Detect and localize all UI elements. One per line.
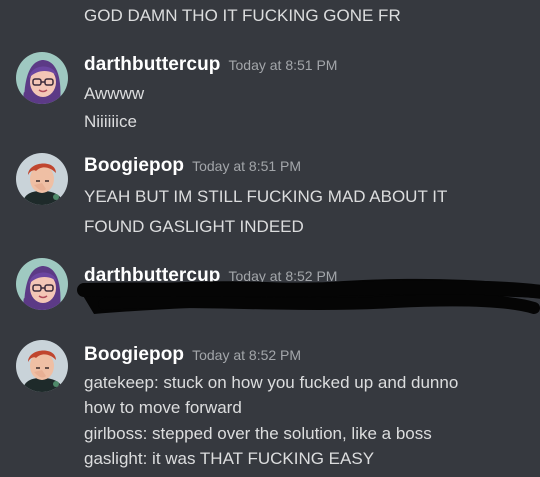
timestamp[interactable]: Today at 8:51 PM: [192, 158, 301, 174]
username[interactable]: Boogiepop: [84, 344, 184, 365]
avatar-boogiepop-icon: [16, 153, 68, 205]
chat-messages: GOD DAMN THO IT FUCKING GONE FR darthbut…: [0, 0, 540, 477]
message-text: gaslight: it was THAT FUCKING EASY: [84, 449, 375, 468]
avatar-darthbuttercup-icon: [16, 52, 68, 104]
user-avatar[interactable]: [16, 340, 68, 392]
redaction-scribble: [77, 278, 540, 314]
message-text: GOD DAMN THO IT FUCKING GONE FR: [84, 6, 401, 25]
timestamp[interactable]: Today at 8:51 PM: [229, 57, 338, 73]
user-avatar[interactable]: [16, 258, 68, 310]
message-header: darthbuttercup Today at 8:51 PM: [84, 54, 337, 76]
message-text: FOUND GASLIGHT INDEED: [84, 217, 304, 236]
message-header: Boogiepop Today at 8:52 PM: [84, 344, 301, 366]
avatar-boogiepop-icon: [16, 340, 68, 392]
message-text: girlboss: stepped over the solution, lik…: [84, 424, 432, 443]
message-text: gatekeep: stuck on how you fucked up and…: [84, 373, 459, 392]
timestamp[interactable]: Today at 8:52 PM: [192, 347, 301, 363]
username[interactable]: darthbuttercup: [84, 54, 221, 75]
user-avatar[interactable]: [16, 52, 68, 104]
message-text: YEAH BUT IM STILL FUCKING MAD ABOUT IT: [84, 187, 448, 206]
message-header: Boogiepop Today at 8:51 PM: [84, 155, 301, 177]
message-text: Awwww: [84, 84, 145, 103]
user-avatar[interactable]: [16, 153, 68, 205]
message-text: Niiiiiice: [84, 112, 137, 131]
avatar-darthbuttercup-icon: [16, 258, 68, 310]
message-text: how to move forward: [84, 398, 242, 417]
username[interactable]: Boogiepop: [84, 155, 184, 176]
